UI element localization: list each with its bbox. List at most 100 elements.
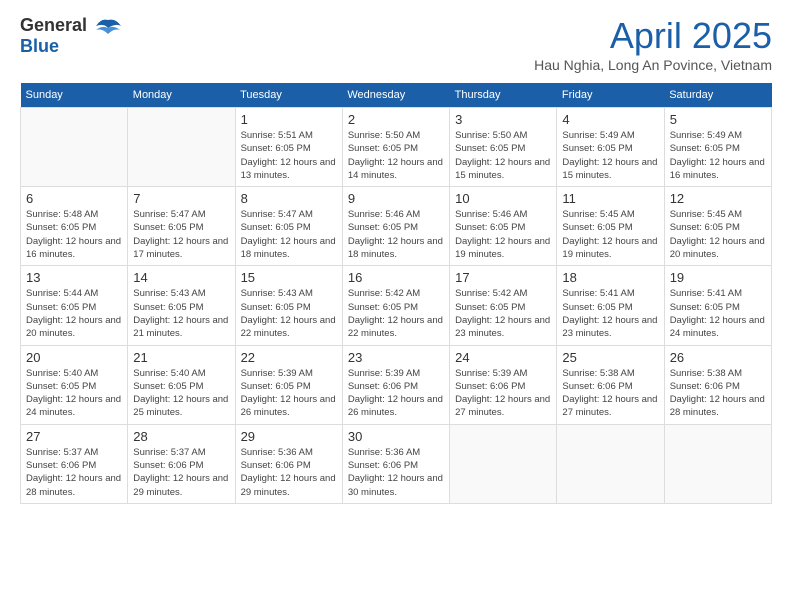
day-number: 23: [348, 350, 444, 365]
day-number: 28: [133, 429, 229, 444]
logo-blue: Blue: [20, 36, 59, 56]
day-info: Sunrise: 5:40 AMSunset: 6:05 PMDaylight:…: [133, 367, 229, 420]
day-info: Sunrise: 5:49 AMSunset: 6:05 PMDaylight:…: [670, 129, 766, 182]
day-number: 15: [241, 270, 337, 285]
day-info: Sunrise: 5:50 AMSunset: 6:05 PMDaylight:…: [348, 129, 444, 182]
day-number: 11: [562, 191, 658, 206]
location: Hau Nghia, Long An Povince, Vietnam: [534, 57, 772, 73]
day-number: 24: [455, 350, 551, 365]
logo-general: General: [20, 15, 87, 35]
day-number: 2: [348, 112, 444, 127]
day-info: Sunrise: 5:46 AMSunset: 6:05 PMDaylight:…: [348, 208, 444, 261]
day-info: Sunrise: 5:39 AMSunset: 6:06 PMDaylight:…: [455, 367, 551, 420]
weekday-friday: Friday: [557, 83, 664, 108]
day-number: 14: [133, 270, 229, 285]
day-info: Sunrise: 5:44 AMSunset: 6:05 PMDaylight:…: [26, 287, 122, 340]
calendar-cell: 14Sunrise: 5:43 AMSunset: 6:05 PMDayligh…: [128, 266, 235, 345]
week-row-5: 27 Sunrise: 5:37 AMSunset: 6:06 PMDayligh…: [21, 424, 772, 503]
day-info: Sunrise: 5:45 AMSunset: 6:05 PMDaylight:…: [562, 208, 658, 261]
day-number: 27: [26, 429, 122, 444]
calendar-cell: 6Sunrise: 5:48 AMSunset: 6:05 PMDaylight…: [21, 187, 128, 266]
calendar-cell: 27 Sunrise: 5:37 AMSunset: 6:06 PMDayligh…: [21, 424, 128, 503]
day-info: Sunrise: 5:50 AMSunset: 6:05 PMDaylight:…: [455, 129, 551, 182]
day-info: Sunrise: 5:51 AMSunset: 6:05 PMDaylight:…: [241, 129, 337, 182]
calendar-cell: 5 Sunrise: 5:49 AMSunset: 6:05 PMDaylight…: [664, 108, 771, 187]
header: General Blue April 2025 Hau Nghia, Long …: [20, 15, 772, 73]
week-row-4: 20 Sunrise: 5:40 AMSunset: 6:05 PMDayligh…: [21, 345, 772, 424]
logo-text: General: [20, 15, 124, 36]
calendar-cell: 23Sunrise: 5:39 AMSunset: 6:06 PMDayligh…: [342, 345, 449, 424]
day-number: 6: [26, 191, 122, 206]
calendar-cell: 25 Sunrise: 5:38 AMSunset: 6:06 PMDayligh…: [557, 345, 664, 424]
calendar-cell: [21, 108, 128, 187]
calendar-cell: 9 Sunrise: 5:46 AMSunset: 6:05 PMDaylight…: [342, 187, 449, 266]
day-number: 16: [348, 270, 444, 285]
calendar-cell: 24 Sunrise: 5:39 AMSunset: 6:06 PMDayligh…: [450, 345, 557, 424]
calendar-cell: 19 Sunrise: 5:41 AMSunset: 6:05 PMDayligh…: [664, 266, 771, 345]
day-info: Sunrise: 5:37 AMSunset: 6:06 PMDaylight:…: [133, 446, 229, 499]
calendar-cell: 15 Sunrise: 5:43 AMSunset: 6:05 PMDayligh…: [235, 266, 342, 345]
weekday-sunday: Sunday: [21, 83, 128, 108]
week-row-3: 13 Sunrise: 5:44 AMSunset: 6:05 PMDayligh…: [21, 266, 772, 345]
day-number: 13: [26, 270, 122, 285]
calendar-cell: 30Sunrise: 5:36 AMSunset: 6:06 PMDayligh…: [342, 424, 449, 503]
calendar-cell: 3Sunrise: 5:50 AMSunset: 6:05 PMDaylight…: [450, 108, 557, 187]
weekday-saturday: Saturday: [664, 83, 771, 108]
day-number: 29: [241, 429, 337, 444]
calendar-cell: 28 Sunrise: 5:37 AMSunset: 6:06 PMDayligh…: [128, 424, 235, 503]
weekday-tuesday: Tuesday: [235, 83, 342, 108]
weekday-wednesday: Wednesday: [342, 83, 449, 108]
day-info: Sunrise: 5:42 AMSunset: 6:05 PMDaylight:…: [348, 287, 444, 340]
day-info: Sunrise: 5:49 AMSunset: 6:05 PMDaylight:…: [562, 129, 658, 182]
calendar-cell: 11 Sunrise: 5:45 AMSunset: 6:05 PMDayligh…: [557, 187, 664, 266]
day-number: 9: [348, 191, 444, 206]
day-number: 19: [670, 270, 766, 285]
calendar-cell: 22Sunrise: 5:39 AMSunset: 6:05 PMDayligh…: [235, 345, 342, 424]
day-info: Sunrise: 5:37 AMSunset: 6:06 PMDaylight:…: [26, 446, 122, 499]
calendar-cell: [128, 108, 235, 187]
day-number: 5: [670, 112, 766, 127]
day-number: 8: [241, 191, 337, 206]
week-row-2: 6Sunrise: 5:48 AMSunset: 6:05 PMDaylight…: [21, 187, 772, 266]
title-section: April 2025 Hau Nghia, Long An Povince, V…: [534, 15, 772, 73]
day-number: 25: [562, 350, 658, 365]
page: General Blue April 2025 Hau Nghia, Long …: [0, 0, 792, 519]
day-info: Sunrise: 5:41 AMSunset: 6:05 PMDaylight:…: [670, 287, 766, 340]
calendar-cell: 13 Sunrise: 5:44 AMSunset: 6:05 PMDayligh…: [21, 266, 128, 345]
day-info: Sunrise: 5:36 AMSunset: 6:06 PMDaylight:…: [241, 446, 337, 499]
logo: General Blue: [20, 15, 124, 57]
calendar-cell: 10Sunrise: 5:46 AMSunset: 6:05 PMDayligh…: [450, 187, 557, 266]
day-info: Sunrise: 5:40 AMSunset: 6:05 PMDaylight:…: [26, 367, 122, 420]
day-number: 18: [562, 270, 658, 285]
day-info: Sunrise: 5:47 AMSunset: 6:05 PMDaylight:…: [133, 208, 229, 261]
day-number: 20: [26, 350, 122, 365]
calendar-cell: 7 Sunrise: 5:47 AMSunset: 6:05 PMDaylight…: [128, 187, 235, 266]
calendar-cell: 1 Sunrise: 5:51 AMSunset: 6:05 PMDaylight…: [235, 108, 342, 187]
month-year: April 2025: [534, 15, 772, 57]
weekday-header-row: SundayMondayTuesdayWednesdayThursdayFrid…: [21, 83, 772, 108]
day-info: Sunrise: 5:38 AMSunset: 6:06 PMDaylight:…: [562, 367, 658, 420]
calendar-cell: 12Sunrise: 5:45 AMSunset: 6:05 PMDayligh…: [664, 187, 771, 266]
day-number: 17: [455, 270, 551, 285]
day-info: Sunrise: 5:46 AMSunset: 6:05 PMDaylight:…: [455, 208, 551, 261]
day-info: Sunrise: 5:45 AMSunset: 6:05 PMDaylight:…: [670, 208, 766, 261]
calendar-cell: 26 Sunrise: 5:38 AMSunset: 6:06 PMDayligh…: [664, 345, 771, 424]
day-info: Sunrise: 5:43 AMSunset: 6:05 PMDaylight:…: [241, 287, 337, 340]
day-number: 7: [133, 191, 229, 206]
logo-wing-icon: [94, 18, 122, 36]
calendar-cell: [664, 424, 771, 503]
calendar-table: SundayMondayTuesdayWednesdayThursdayFrid…: [20, 83, 772, 504]
week-row-1: 1 Sunrise: 5:51 AMSunset: 6:05 PMDaylight…: [21, 108, 772, 187]
day-info: Sunrise: 5:42 AMSunset: 6:05 PMDaylight:…: [455, 287, 551, 340]
calendar-cell: 8Sunrise: 5:47 AMSunset: 6:05 PMDaylight…: [235, 187, 342, 266]
day-number: 21: [133, 350, 229, 365]
day-number: 22: [241, 350, 337, 365]
day-number: 1: [241, 112, 337, 127]
day-number: 26: [670, 350, 766, 365]
day-info: Sunrise: 5:38 AMSunset: 6:06 PMDaylight:…: [670, 367, 766, 420]
weekday-monday: Monday: [128, 83, 235, 108]
day-number: 30: [348, 429, 444, 444]
calendar-cell: 29 Sunrise: 5:36 AMSunset: 6:06 PMDayligh…: [235, 424, 342, 503]
calendar-cell: 4Sunrise: 5:49 AMSunset: 6:05 PMDaylight…: [557, 108, 664, 187]
calendar-cell: 18Sunrise: 5:41 AMSunset: 6:05 PMDayligh…: [557, 266, 664, 345]
